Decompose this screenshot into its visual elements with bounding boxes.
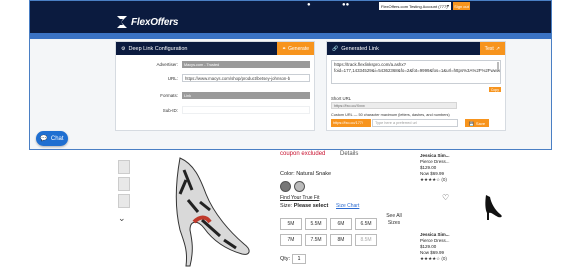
size-option[interactable]: 7M [280,234,302,246]
product-thumbnails [118,160,132,211]
size-label: Size: Please select [280,203,329,209]
account-selector[interactable]: FlexOffers.com Testing Account (777) ▾ [379,2,451,10]
size-option[interactable]: 6.5M [355,218,377,230]
size-value: Please select [293,203,329,209]
header: FlexOffers [30,11,551,33]
save-button[interactable]: 💾 Save [465,119,489,127]
color-value: Natural Snake [296,171,332,177]
see-all-sizes-link[interactable]: See All Sizes [384,213,404,227]
gear-icon: ⚙ [121,45,126,52]
generated-link-textarea[interactable]: https://track.flexlinkspro.com/a.ashx?fo… [331,60,501,84]
deep-link-configuration-panel: ⚙ Deep Link Configuration ⚭ Generate Adv… [115,41,315,131]
coupon-text: coupon excluded [280,151,326,157]
copy-button[interactable]: Copy [488,87,501,92]
qty-label: Qty: [280,256,291,262]
url-label: URL: [167,76,178,81]
external-link-icon: ↗ [495,45,500,52]
account-selector-label: FlexOffers.com Testing Account (777) [381,3,448,9]
flexoffers-logo: FlexOffers [116,14,178,30]
panel-header: ⚙ Deep Link Configuration ⚭ Generate [116,42,314,55]
product-image-shoe [175,157,250,267]
advertiser-select[interactable]: Macys.com - Trusted [182,61,310,68]
product-thumbnail[interactable] [118,177,130,191]
accent-strip [30,33,551,39]
heart-icon[interactable]: ♡ [442,193,449,202]
size-option[interactable]: 6M [330,218,352,230]
subid-input[interactable] [182,106,310,114]
chat-label: Chat [50,135,64,142]
size-option[interactable]: 8M [330,234,352,246]
qty-select[interactable]: 1 [292,254,306,264]
generated-link-text: https://track.flexlinkspro.com/a.ashx?fo… [334,62,500,73]
size-option[interactable]: 5.5M [305,218,327,230]
test-button[interactable]: Test ↗ [479,42,505,55]
panel-title: Deep Link Configuration [128,45,188,52]
generated-link-panel: 🔗 Generated Link Test ↗ https://track.fl… [326,41,506,131]
chevron-down-icon: ▾ [446,3,449,8]
chat-button[interactable]: 💬 Chat [36,131,68,146]
top-bar: ● ●● FlexOffers.com Testing Account (777… [30,1,551,11]
sign-out-button[interactable]: Sign out [453,2,470,10]
short-url-input[interactable]: https://fxo.co/Xxxx [331,102,457,109]
subid-label: Sub-ID: [162,108,178,113]
logo-text: FlexOffers [131,16,179,28]
flexoffers-logo-mark [117,16,127,28]
flexoffers-deeplink-modal: ● ●● FlexOffers.com Testing Account (777… [29,0,552,150]
user-icon[interactable]: ● [307,2,311,8]
size-option[interactable]: 7.5M [305,234,327,246]
custom-url-input[interactable]: Type here a preferred url [372,119,458,127]
save-icon: 💾 [468,120,474,126]
color-label: Color: Natural Snake [280,171,332,177]
related-product[interactable]: Jessica Sim... Pierce Dress... $129.00 N… [420,232,480,262]
custom-url-prefix: https://fxo.co/177/ [331,119,371,127]
panel-title: Generated Link [341,45,379,52]
url-input[interactable]: https://www.macys.com/shop/product/betse… [182,74,310,82]
formats-select[interactable]: Link [182,92,310,99]
product-thumbnail[interactable] [118,194,130,208]
custom-url-label: Custom URL — 50 character maximum (lette… [331,113,450,117]
coupon-details-link[interactable]: Details [340,151,358,157]
product-thumbnail[interactable] [118,160,130,174]
related-product[interactable]: Jessica Sim... Pierce Dress... $129.00 N… [420,153,480,183]
users-icon[interactable]: ●● [342,2,349,8]
size-chart-link[interactable]: Size Chart [336,203,359,209]
link-icon: ⚭ [281,45,287,52]
link-icon: 🔗 [332,45,339,52]
short-url-label: Short URL [331,96,352,101]
size-option[interactable]: 8.5M [355,234,377,246]
related-product-image [485,195,502,220]
color-swatch[interactable] [280,181,291,192]
advertiser-label: Advertiser: [156,62,178,67]
panel-header: 🔗 Generated Link Test ↗ [327,42,505,55]
formats-label: Formats: [160,93,178,98]
color-swatch[interactable] [294,181,305,192]
scrollbar[interactable] [497,62,499,70]
generate-button[interactable]: ⚭ Generate [276,42,314,55]
size-option[interactable]: 5M [280,218,302,230]
chevron-down-icon[interactable]: ⌄ [118,213,126,224]
find-fit-link[interactable]: Find Your True Fit [280,195,319,201]
chat-icon: 💬 [40,136,48,142]
